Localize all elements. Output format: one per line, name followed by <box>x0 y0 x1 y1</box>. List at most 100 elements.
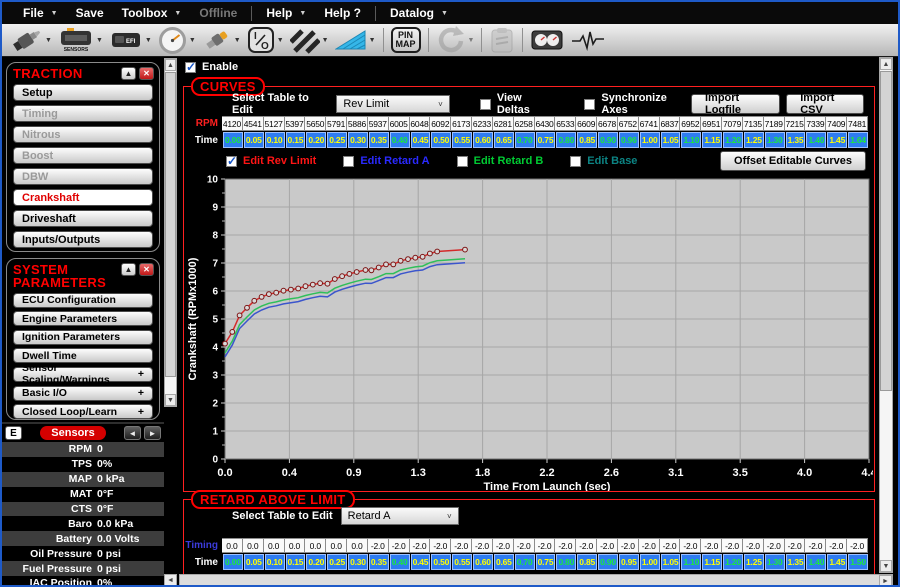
sidebar-item-ignition-parameters[interactable]: Ignition Parameters <box>13 330 153 345</box>
chevron-down-icon[interactable]: ▼ <box>369 37 376 44</box>
tool-spark-plug[interactable]: ▼ <box>199 26 244 54</box>
timing-cell[interactable]: -2.0 <box>680 538 701 553</box>
rpm-cell[interactable]: 4541 <box>243 116 264 131</box>
timing-cell[interactable]: -2.0 <box>368 538 389 553</box>
time-cell[interactable]: 0.20 <box>306 554 326 570</box>
time-cell[interactable]: 1.40 <box>806 132 826 148</box>
timing-cell[interactable]: 0.0 <box>305 538 326 553</box>
close-panel-button[interactable]: ✕ <box>139 67 154 80</box>
time-cell[interactable]: 0.65 <box>494 554 514 570</box>
scroll-left-arrow[interactable]: ◄ <box>164 574 177 587</box>
time-cell[interactable]: 1.25 <box>744 554 764 570</box>
time-cell[interactable]: 1.00 <box>640 554 660 570</box>
sidebar-item-engine-parameters[interactable]: Engine Parameters <box>13 311 153 326</box>
timing-cell[interactable]: -2.0 <box>430 538 451 553</box>
rpm-cell[interactable]: 6741 <box>639 116 660 131</box>
time-cell[interactable]: 1.45 <box>827 132 847 148</box>
time-cell[interactable]: 0.25 <box>327 132 347 148</box>
time-cell[interactable]: 1.05 <box>661 132 681 148</box>
timing-cell[interactable]: -2.0 <box>764 538 785 553</box>
timing-cell[interactable]: 0.0 <box>347 538 368 553</box>
chevron-down-icon[interactable]: ▼ <box>96 37 103 44</box>
view-deltas-checkbox[interactable] <box>480 99 491 110</box>
chevron-down-icon[interactable]: ▼ <box>145 37 152 44</box>
time-cell[interactable]: 1.40 <box>806 554 826 570</box>
time-cell[interactable]: 0.30 <box>348 554 368 570</box>
time-cell[interactable]: 0.90 <box>598 554 618 570</box>
time-cell[interactable]: 1.15 <box>702 132 722 148</box>
time-cell[interactable]: 1.64 <box>848 132 868 148</box>
rpm-cell[interactable]: 7079 <box>722 116 743 131</box>
timing-cell[interactable]: -2.0 <box>743 538 764 553</box>
time-cell[interactable]: 0.20 <box>306 132 326 148</box>
timing-cell[interactable]: -2.0 <box>847 538 868 553</box>
edit-toggle-edit-retard-a[interactable]: Edit Retard A <box>343 155 429 167</box>
sidebar-item-setup[interactable]: Setup <box>13 84 153 101</box>
rpm-cell[interactable]: 5791 <box>326 116 347 131</box>
time-cell[interactable]: 0.35 <box>369 554 389 570</box>
enable-checkbox[interactable] <box>185 62 196 73</box>
rpm-cell[interactable]: 6609 <box>576 116 597 131</box>
close-panel-button[interactable]: ✕ <box>139 263 154 276</box>
table-select-dropdown[interactable]: Rev Limit ˅ <box>336 95 450 113</box>
time-cell[interactable]: 0.15 <box>286 132 306 148</box>
sidebar-item-dwell-time[interactable]: Dwell Time <box>13 348 153 363</box>
timing-cell[interactable]: -2.0 <box>576 538 597 553</box>
time-cell[interactable]: 0.75 <box>536 554 556 570</box>
sync-axes-toggle[interactable]: Synchronize Axes <box>584 92 691 116</box>
menu-item-help[interactable]: Help ? <box>315 6 370 20</box>
time-cell[interactable]: 0.10 <box>265 554 285 570</box>
time-cell[interactable]: 0.75 <box>536 132 556 148</box>
tool-sensors-module[interactable]: SENSORS ▼ <box>55 28 106 53</box>
time-cell[interactable]: 0.45 <box>411 554 431 570</box>
checkbox[interactable] <box>457 156 468 167</box>
time-cell[interactable]: 0.00 <box>223 132 243 148</box>
sidebar-item-driveshaft[interactable]: Driveshaft <box>13 210 153 227</box>
chevron-down-icon[interactable]: ▼ <box>234 37 241 44</box>
rpm-cell[interactable]: 7339 <box>805 116 826 131</box>
time-cell[interactable]: 0.65 <box>494 132 514 148</box>
rpm-cell[interactable]: 5127 <box>264 116 285 131</box>
timing-cell[interactable]: -2.0 <box>618 538 639 553</box>
main-vertical-scrollbar[interactable]: ▲ ▼ <box>879 57 893 573</box>
chevron-down-icon[interactable]: ▼ <box>189 37 196 44</box>
time-cell[interactable]: 1.30 <box>765 132 785 148</box>
time-cell[interactable]: 0.96 <box>619 132 639 148</box>
time-cell[interactable]: 0.60 <box>473 132 493 148</box>
time-cell[interactable]: 0.00 <box>223 554 243 570</box>
tool-io[interactable]: I O ▼ <box>244 26 287 54</box>
rpm-cell[interactable]: 6752 <box>618 116 639 131</box>
time-cell[interactable]: 1.25 <box>744 132 764 148</box>
tool-gauge[interactable]: ▼ <box>155 26 199 55</box>
sidebar-item-closed-loop-learn[interactable]: Closed Loop/Learn+ <box>13 404 153 419</box>
tool-waveform[interactable] <box>567 28 609 52</box>
scroll-up-arrow[interactable]: ▲ <box>165 59 176 71</box>
scrollbar-thumb[interactable] <box>880 71 892 391</box>
time-cell[interactable]: 1.35 <box>786 554 806 570</box>
rpm-cell[interactable]: 5397 <box>285 116 306 131</box>
timing-cell[interactable]: -2.0 <box>639 538 660 553</box>
time-cell[interactable]: 0.05 <box>244 132 264 148</box>
time-cell[interactable]: 0.30 <box>348 132 368 148</box>
sidebar-item-basic-i-o[interactable]: Basic I/O+ <box>13 386 153 401</box>
chevron-down-icon[interactable]: ▼ <box>468 37 475 44</box>
timing-cell[interactable]: -2.0 <box>805 538 826 553</box>
edit-toggle-edit-rev-limit[interactable]: Edit Rev Limit <box>226 155 316 167</box>
rpm-cell[interactable]: 6533 <box>555 116 576 131</box>
tool-sync[interactable]: ▼ <box>433 25 478 55</box>
sensors-prev-button[interactable]: ◄ <box>124 426 141 440</box>
time-cell[interactable]: 1.30 <box>765 554 785 570</box>
rpm-cell[interactable]: 6678 <box>597 116 618 131</box>
time-cell[interactable]: 0.95 <box>619 554 639 570</box>
timing-cell[interactable]: 0.0 <box>326 538 347 553</box>
sidebar-item-inputs-outputs[interactable]: Inputs/Outputs <box>13 231 153 248</box>
sync-axes-checkbox[interactable] <box>584 99 595 110</box>
import-logfile-button[interactable]: Import Logfile <box>691 94 780 114</box>
time-cell[interactable]: 0.60 <box>473 554 493 570</box>
rpm-cell[interactable]: 6837 <box>660 116 681 131</box>
rpm-cell[interactable]: 4120 <box>222 116 243 131</box>
timing-cell[interactable]: -2.0 <box>514 538 535 553</box>
sensors-edit-button[interactable]: E <box>5 426 22 440</box>
rpm-cell[interactable]: 6430 <box>535 116 556 131</box>
rpm-cell[interactable]: 6005 <box>389 116 410 131</box>
